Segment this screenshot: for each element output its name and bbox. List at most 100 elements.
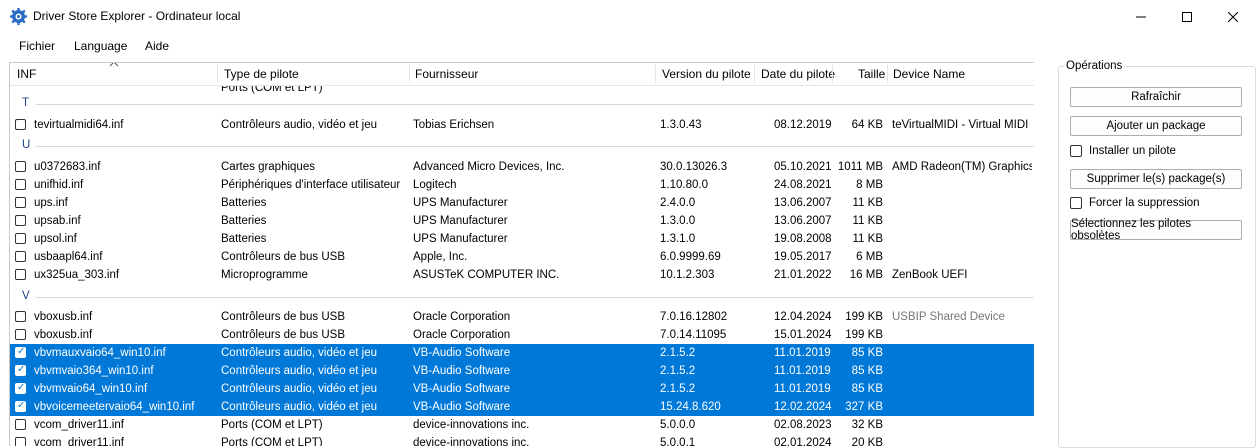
cell-inf: vbvoicemeetervaio64_win10.inf bbox=[34, 401, 195, 413]
window-title: Driver Store Explorer - Ordinateur local bbox=[33, 9, 241, 23]
cell-type: Ports (COM et LPT) bbox=[221, 419, 323, 431]
cell-type: Contrôleurs audio, vidéo et jeu bbox=[221, 365, 377, 377]
row-checkbox[interactable]: ✓ bbox=[15, 346, 26, 358]
row-checkbox[interactable]: ✓ bbox=[15, 382, 26, 394]
table-row[interactable]: tevirtualmidi64.inf Contrôleurs audio, vi… bbox=[10, 116, 1034, 134]
cell-provider: Logitech bbox=[413, 179, 457, 191]
maximize-icon bbox=[1182, 11, 1192, 22]
cell-type: Contrôleurs audio, vidéo et jeu bbox=[221, 401, 377, 413]
cell-size: 1011 MB bbox=[837, 161, 883, 173]
header-type[interactable]: Type de pilote bbox=[224, 63, 299, 85]
header-size[interactable]: Taille bbox=[858, 63, 885, 85]
row-checkbox[interactable] bbox=[15, 161, 26, 172]
cell-size: 85 KB bbox=[851, 383, 883, 395]
table-row[interactable]: ✓ vbvmauxvaio64_win10.inf Contrôleurs audi… bbox=[10, 344, 1034, 362]
table-row[interactable]: ux325ua_303.inf Microprogramme ASUSTeK COM… bbox=[10, 266, 1034, 284]
row-checkbox[interactable] bbox=[15, 419, 26, 430]
cell-version: 2.1.5.2 bbox=[660, 347, 696, 359]
cell-device bbox=[892, 362, 1032, 380]
install-driver-checkbox[interactable]: Installer un pilote bbox=[1070, 144, 1250, 160]
cell-provider: Apple, Inc. bbox=[413, 251, 468, 263]
header-version[interactable]: Version du pilote bbox=[662, 63, 751, 85]
cell-inf: vbvmvaio364_win10.inf bbox=[34, 365, 154, 377]
cell-device bbox=[892, 434, 1032, 446]
header-device[interactable]: Device Name bbox=[893, 63, 965, 85]
refresh-button[interactable]: Rafraîchir bbox=[1070, 87, 1242, 107]
cell-size: 6 MB bbox=[856, 251, 883, 263]
checkbox-box[interactable] bbox=[1070, 197, 1082, 209]
header-date[interactable]: Date du pilote bbox=[761, 63, 835, 85]
select-obsolete-button[interactable]: Sélectionnez les pilotes obsolètes bbox=[1070, 218, 1242, 242]
add-package-button[interactable]: Ajouter un package bbox=[1070, 116, 1242, 136]
cell-version: 1.10.80.0 bbox=[660, 179, 708, 191]
menu-file[interactable]: Fichier bbox=[19, 39, 55, 53]
cell-version: 30.0.13026.3 bbox=[660, 161, 728, 173]
cell-version: 5.0.0.0 bbox=[660, 419, 696, 431]
column-separator[interactable] bbox=[832, 65, 833, 83]
cell-provider: Oracle Corporation bbox=[413, 329, 511, 341]
cell-date: 05.10.2021 bbox=[774, 161, 832, 173]
row-checkbox[interactable] bbox=[15, 251, 26, 262]
menu-help[interactable]: Aide bbox=[145, 39, 169, 53]
cell-size: 20 KB bbox=[851, 437, 883, 446]
row-checkbox[interactable]: ✓ bbox=[15, 364, 26, 376]
table-row[interactable]: usbaapl64.inf Contrôleurs de bus USB Apple… bbox=[10, 248, 1034, 266]
table-row[interactable]: vcom_driver11.inf Ports (COM et LPT) devic… bbox=[10, 416, 1034, 434]
row-checkbox[interactable] bbox=[15, 269, 26, 280]
table-row[interactable]: unifhid.inf Périphériques d'interface uti… bbox=[10, 176, 1034, 194]
row-checkbox[interactable] bbox=[15, 119, 26, 130]
checkbox-box[interactable] bbox=[1070, 145, 1082, 157]
cell-device bbox=[892, 398, 1032, 416]
close-button[interactable] bbox=[1210, 0, 1256, 33]
table-row[interactable]: ✓ vbvmvaio64_win10.inf Contrôleurs audio, … bbox=[10, 380, 1034, 398]
table-row[interactable]: ✓ vbvoicemeetervaio64_win10.inf Contrôleur… bbox=[10, 398, 1034, 416]
force-delete-checkbox[interactable]: Forcer la suppression bbox=[1070, 196, 1250, 212]
group-header-t: T bbox=[10, 94, 1034, 114]
row-checkbox[interactable] bbox=[15, 197, 26, 208]
cell-inf: vboxusb.inf bbox=[34, 329, 93, 341]
row-checkbox[interactable] bbox=[15, 233, 26, 244]
row-checkbox[interactable]: ✓ bbox=[15, 400, 26, 412]
table-row[interactable]: ups.inf Batteries UPS Manufacturer 2.4.0.0 1… bbox=[10, 194, 1034, 212]
cell-type: Contrôleurs audio, vidéo et jeu bbox=[221, 119, 377, 131]
column-separator[interactable] bbox=[887, 65, 888, 83]
cell-inf: usbaapl64.inf bbox=[34, 251, 103, 263]
column-separator[interactable] bbox=[754, 65, 755, 83]
delete-packages-button[interactable]: Supprimer le(s) package(s) bbox=[1070, 169, 1242, 189]
table-row[interactable]: u0372683.inf Cartes graphiques Advanced Mi… bbox=[10, 158, 1034, 176]
table-row[interactable]: vcom_driver11.inf Ports (COM et LPT) devic… bbox=[10, 434, 1034, 446]
cell-date: 08.12.2019 bbox=[774, 119, 832, 131]
table-row[interactable]: vboxusb.inf Contrôleurs de bus USB Oracle … bbox=[10, 326, 1034, 344]
checkmark-icon: ✓ bbox=[17, 382, 26, 393]
table-row[interactable]: vboxusb.inf Contrôleurs de bus USB Oracle … bbox=[10, 308, 1034, 326]
cell-date: 13.06.2007 bbox=[774, 197, 832, 209]
cell-size: 16 MB bbox=[849, 269, 883, 281]
header-inf[interactable]: INF bbox=[17, 63, 36, 85]
cell-type: Batteries bbox=[221, 233, 267, 245]
operations-title: Opérations bbox=[1064, 60, 1125, 72]
cell-device bbox=[892, 212, 1032, 230]
row-checkbox[interactable] bbox=[15, 215, 26, 226]
cell-version: 2.1.5.2 bbox=[660, 383, 696, 395]
cell-type: Contrôleurs de bus USB bbox=[221, 311, 346, 323]
header-provider[interactable]: Fournisseur bbox=[415, 63, 478, 85]
row-checkbox[interactable] bbox=[15, 179, 26, 190]
table-row[interactable]: upsol.inf Batteries UPS Manufacturer 1.3.1.… bbox=[10, 230, 1034, 248]
table-row[interactable]: ✓ vbvmvaio364_win10.inf Contrôleurs audio,… bbox=[10, 362, 1034, 380]
row-checkbox[interactable] bbox=[15, 311, 26, 322]
minimize-button[interactable] bbox=[1118, 0, 1164, 33]
menu-language[interactable]: Language bbox=[74, 39, 127, 53]
driver-list[interactable]: INF Type de pilote Fournisseur Version d… bbox=[9, 62, 1034, 446]
column-separator[interactable] bbox=[655, 65, 656, 83]
table-row[interactable]: upsab.inf Batteries UPS Manufacturer 1.3.0.… bbox=[10, 212, 1034, 230]
cell-date: 11.01.2019 bbox=[774, 365, 831, 377]
cell-version: 15.24.8.620 bbox=[660, 401, 721, 413]
column-separator[interactable] bbox=[409, 65, 410, 83]
cell-inf: upsol.inf bbox=[34, 233, 77, 245]
maximize-button[interactable] bbox=[1164, 0, 1210, 33]
cell-provider: Advanced Micro Devices, Inc. bbox=[413, 161, 565, 173]
column-separator[interactable] bbox=[217, 65, 218, 83]
operations-panel: Opérations Rafraîchir Ajouter un package… bbox=[1058, 60, 1256, 448]
row-checkbox[interactable] bbox=[15, 329, 26, 340]
cell-date: 11.01.2019 bbox=[774, 347, 831, 359]
